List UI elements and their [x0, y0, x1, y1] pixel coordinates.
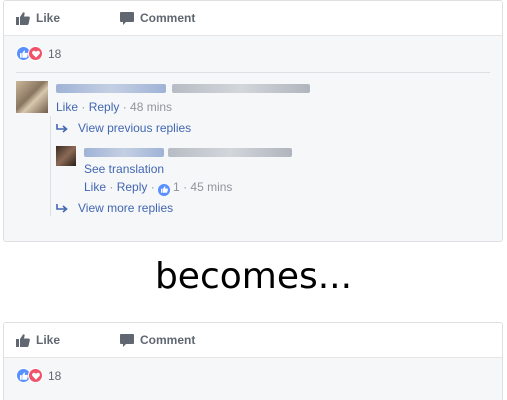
post-action-bar: Like Comment [4, 323, 502, 358]
see-translation-label: See translation [84, 162, 165, 176]
view-more-replies-link[interactable]: View more replies [56, 201, 173, 215]
reaction-count: 18 [48, 368, 62, 383]
comment-bubble-icon [120, 11, 135, 25]
reaction-count: 18 [48, 46, 62, 61]
reply-timestamp: · 45 mins [179, 180, 233, 194]
thumbs-up-icon [16, 333, 30, 347]
reply-meta: Like · Reply · 1 · 45 mins [84, 180, 232, 196]
reply-reply-link[interactable]: Reply [117, 180, 148, 194]
replier-avatar[interactable] [56, 146, 76, 166]
see-translation-link[interactable]: See translation [84, 162, 164, 176]
comments-section: 18 [4, 358, 502, 400]
comment-like-link[interactable]: Like [56, 100, 78, 114]
comment-timestamp: · 48 mins [119, 100, 173, 114]
love-reaction-icon [28, 46, 43, 61]
reply-like-link[interactable]: Like [84, 180, 106, 194]
commenter-name-redacted [56, 84, 166, 93]
comment-button-label: Comment [140, 333, 196, 347]
view-more-replies-label: View more replies [78, 201, 174, 215]
view-previous-replies-label: View previous replies [78, 121, 192, 135]
love-reaction-icon [28, 368, 43, 383]
reply-like-count-icon [158, 183, 171, 196]
reply-like-count[interactable]: 1 [173, 180, 180, 194]
like-button[interactable]: Like [16, 333, 60, 347]
reaction-summary[interactable]: 18 [16, 368, 61, 383]
view-previous-replies-link[interactable]: View previous replies [56, 121, 191, 135]
thumbs-up-icon [16, 11, 30, 25]
thread-line [50, 116, 51, 216]
reply-arrow-icon [56, 203, 68, 213]
post-card-after: Like Comment 18 [3, 322, 503, 400]
comment-button[interactable]: Comment [120, 11, 195, 25]
becomes-caption: becomes... [154, 256, 353, 297]
reply-arrow-icon [56, 123, 68, 133]
comment-button[interactable]: Comment [120, 333, 195, 347]
comment-button-label: Comment [140, 11, 196, 25]
comment-meta: Like · Reply · 48 mins [56, 100, 172, 114]
comments-section: 18 Like · Reply · 48 mins View previous … [4, 36, 502, 241]
commenter-avatar[interactable] [16, 81, 48, 113]
reply-meta-separator-2: · [147, 180, 159, 194]
like-button-label: Like [36, 333, 61, 347]
comment-meta-separator: · [78, 100, 89, 114]
post-action-bar: Like Comment [4, 1, 502, 36]
reply-text-redacted [168, 148, 292, 157]
reaction-summary[interactable]: 18 [16, 46, 61, 61]
reply-meta-separator: · [106, 180, 117, 194]
comment-reply-link[interactable]: Reply [89, 100, 120, 114]
comment-bubble-icon [120, 333, 135, 347]
post-card-before: Like Comment 18 Like · Reply · 48 mins V… [3, 0, 503, 242]
like-button-label: Like [36, 11, 61, 25]
replier-name-redacted [84, 148, 164, 157]
comment-text-redacted [172, 84, 310, 93]
like-button[interactable]: Like [16, 11, 60, 25]
section-divider [16, 72, 490, 73]
